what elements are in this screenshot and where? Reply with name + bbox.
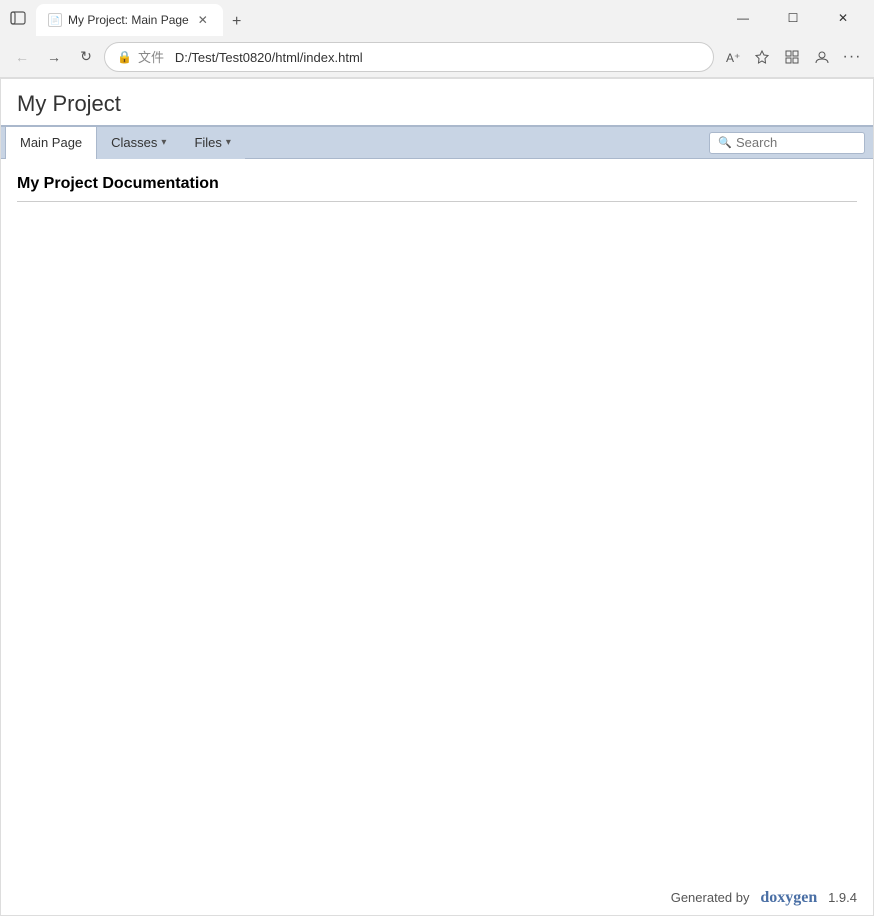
nav-classes-label: Classes: [111, 135, 157, 150]
address-bar: ← → ↻ 🔒 文件 D:/Test/Test0820/html/index.h…: [0, 36, 874, 78]
tab-close-button[interactable]: ✕: [195, 12, 211, 28]
nav-files[interactable]: Files ▾: [180, 127, 244, 159]
page-content: My Project Main Page Classes ▾ Files ▾ 🔍…: [0, 78, 874, 916]
address-icon-text: 文件: [138, 50, 164, 65]
tab-favicon: 📄: [48, 13, 62, 27]
browser-window: 📄 My Project: Main Page ✕ + — ☐ ✕ ← → ↻ …: [0, 0, 874, 916]
back-button[interactable]: ←: [8, 43, 36, 71]
forward-button[interactable]: →: [40, 43, 68, 71]
browser-menu-icon[interactable]: [8, 8, 28, 28]
project-title: My Project: [17, 91, 857, 117]
nav-files-label: Files: [194, 135, 221, 150]
footer-generated-text: Generated by: [671, 890, 750, 905]
nav-main-page[interactable]: Main Page: [5, 127, 97, 159]
classes-dropdown-arrow: ▾: [161, 137, 166, 148]
close-button[interactable]: ✕: [820, 2, 866, 34]
content-divider: [17, 201, 857, 202]
svg-text:A⁺: A⁺: [726, 51, 740, 65]
tab-bar: 📄 My Project: Main Page ✕ +: [36, 0, 712, 36]
maximize-button[interactable]: ☐: [770, 2, 816, 34]
minimize-button[interactable]: —: [720, 2, 766, 34]
profile-icon[interactable]: [808, 43, 836, 71]
refresh-button[interactable]: ↻: [72, 43, 100, 71]
favorites-icon[interactable]: [748, 43, 776, 71]
main-content: My Project Documentation: [1, 159, 873, 881]
active-tab[interactable]: 📄 My Project: Main Page ✕: [36, 4, 223, 36]
address-input-wrapper[interactable]: 🔒 文件 D:/Test/Test0820/html/index.html: [104, 42, 714, 72]
footer-doxygen-link[interactable]: doxygen: [760, 889, 817, 906]
footer-version: 1.9.4: [828, 890, 857, 905]
window-controls: — ☐ ✕: [720, 2, 866, 34]
more-options-icon[interactable]: ···: [838, 43, 866, 71]
title-bar-left: [8, 8, 28, 28]
address-text: 文件 D:/Test/Test0820/html/index.html: [138, 47, 701, 66]
browser-toolbar-icons: A⁺: [718, 43, 866, 71]
new-tab-button[interactable]: +: [223, 8, 251, 36]
files-dropdown-arrow: ▾: [226, 137, 231, 148]
page-heading: My Project Documentation: [17, 175, 857, 193]
collections-icon[interactable]: [778, 43, 806, 71]
address-url: D:/Test/Test0820/html/index.html: [175, 50, 363, 65]
page-footer: Generated by doxygen 1.9.4: [1, 881, 873, 915]
read-aloud-icon[interactable]: A⁺: [718, 43, 746, 71]
nav-bar: Main Page Classes ▾ Files ▾ 🔍: [1, 127, 873, 159]
nav-classes[interactable]: Classes ▾: [97, 127, 180, 159]
address-lock-icon: 🔒: [117, 50, 132, 64]
title-bar: 📄 My Project: Main Page ✕ + — ☐ ✕: [0, 0, 874, 36]
nav-search-box[interactable]: 🔍: [709, 132, 865, 154]
search-input[interactable]: [736, 135, 856, 150]
tab-title: My Project: Main Page: [68, 13, 189, 27]
project-header: My Project: [1, 79, 873, 127]
search-icon: 🔍: [718, 136, 732, 149]
